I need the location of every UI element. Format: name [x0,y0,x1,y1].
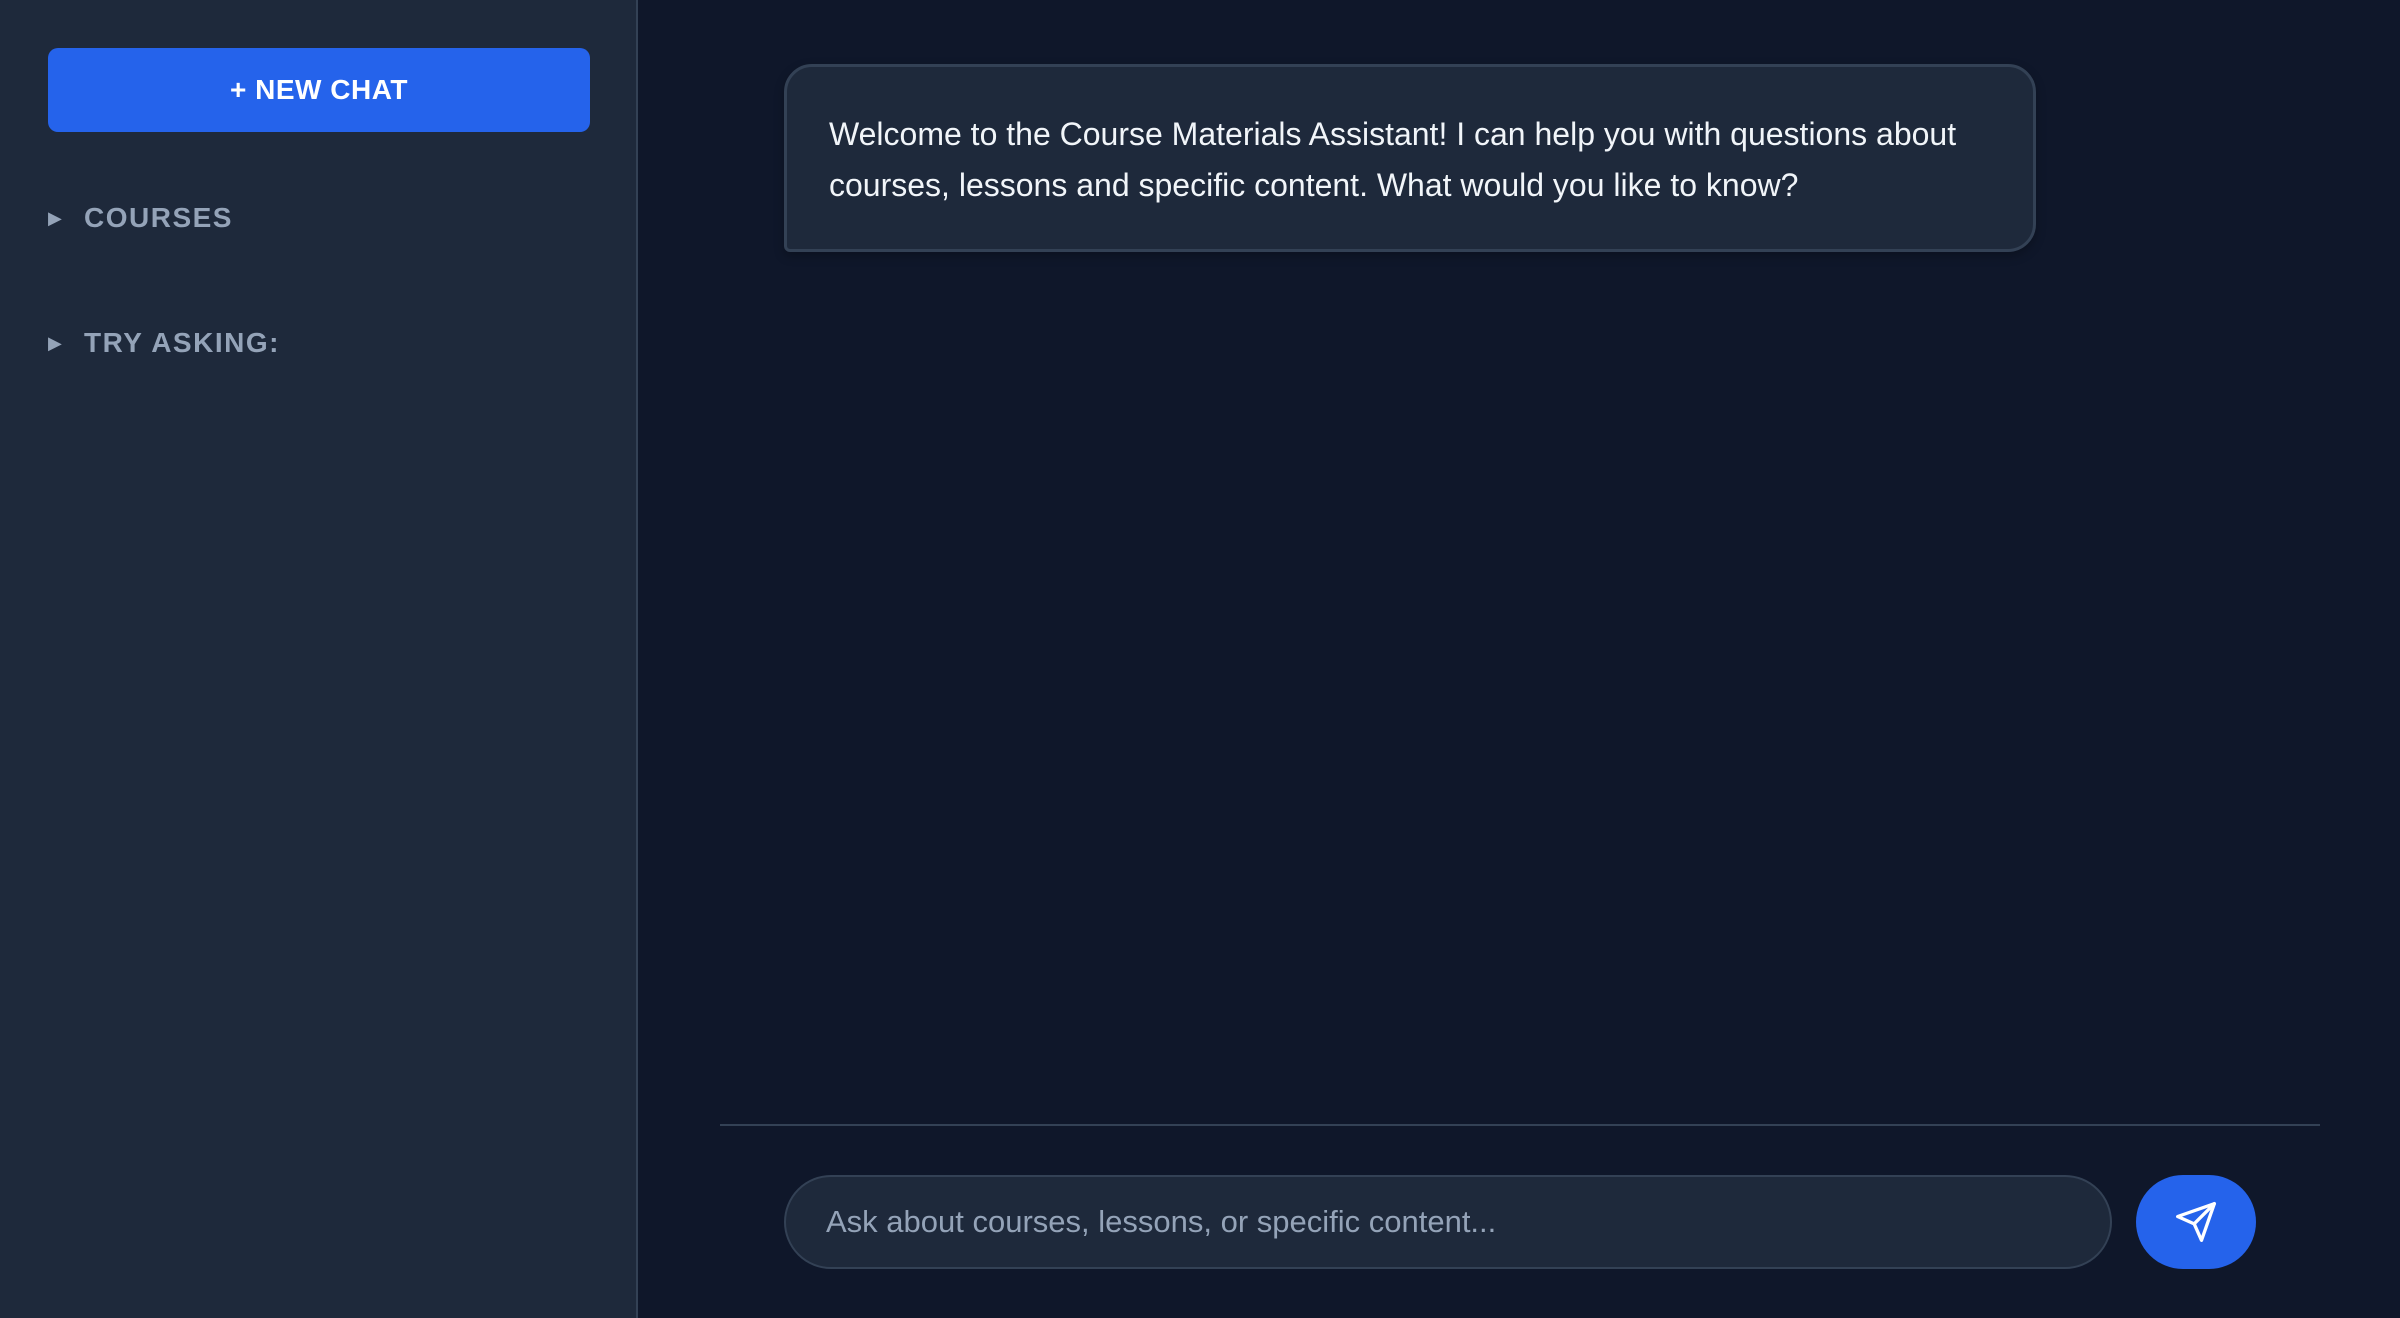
chat-main: Welcome to the Course Materials Assistan… [638,0,2400,1318]
input-divider [720,1124,2320,1126]
courses-section-label: COURSES [84,202,233,233]
try-asking-section-toggle[interactable]: ▶ TRY ASKING: [48,325,280,361]
chat-input[interactable] [784,1175,2112,1269]
sidebar: + NEW CHAT ▶ COURSES ▶ TRY ASKING: [0,0,638,1318]
try-asking-section-label: TRY ASKING: [84,327,280,358]
send-button[interactable] [2136,1175,2256,1269]
app-root: + NEW CHAT ▶ COURSES ▶ TRY ASKING: Welco… [0,0,2400,1318]
send-icon [2176,1202,2216,1242]
triangle-right-icon: ▶ [48,332,64,353]
assistant-message: Welcome to the Course Materials Assistan… [784,64,2036,252]
new-chat-button[interactable]: + NEW CHAT [48,48,590,132]
triangle-right-icon: ▶ [48,207,64,228]
courses-section-toggle[interactable]: ▶ COURSES [48,200,233,236]
